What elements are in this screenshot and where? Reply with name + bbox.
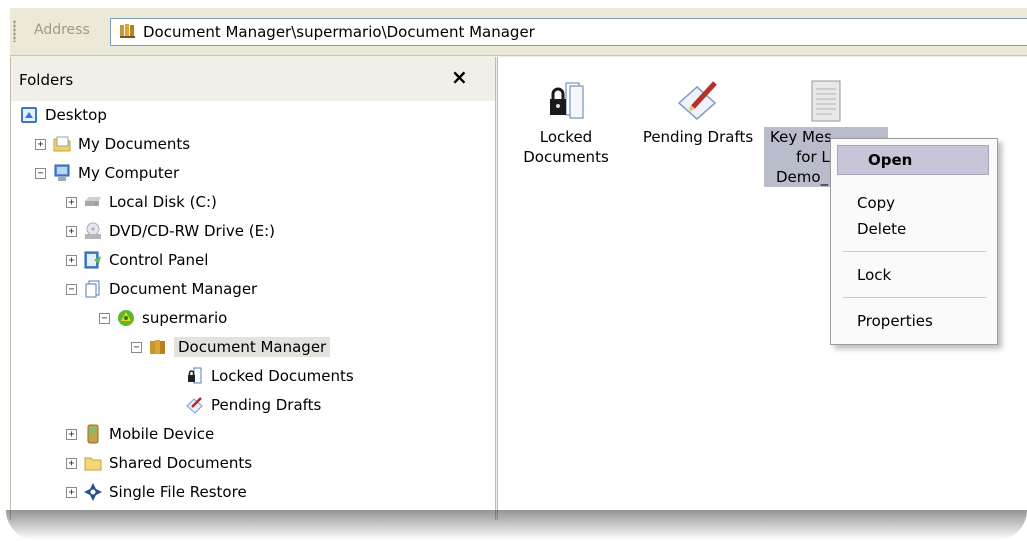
- tree-label: My Documents: [78, 135, 191, 153]
- expand-icon[interactable]: +: [35, 138, 46, 150]
- tree-item-my-computer[interactable]: − My Computer: [35, 161, 179, 185]
- desktop-icon: [19, 105, 39, 125]
- single-file-restore-icon: [83, 482, 103, 502]
- menu-item-lock[interactable]: Lock: [831, 263, 997, 287]
- context-menu: Open Copy Delete Lock Properties: [830, 138, 998, 345]
- toolbar-grip[interactable]: [13, 20, 16, 42]
- tree-item-desktop[interactable]: Desktop: [19, 103, 107, 127]
- folders-pane: Folders × Desktop + My Documents − My Co…: [10, 57, 496, 520]
- document-archive-icon: [148, 337, 168, 357]
- tree-label: Single File Restore: [109, 483, 247, 501]
- tree-label: DVD/CD-RW Drive (E:): [109, 222, 275, 240]
- tree-label: Local Disk (C:): [109, 193, 217, 211]
- document-manager-icon: [83, 279, 103, 299]
- menu-label: Lock: [857, 266, 892, 284]
- tree-item-control-panel[interactable]: + Control Panel: [66, 248, 208, 272]
- document-archive-icon: [119, 23, 137, 43]
- menu-label: Delete: [857, 220, 907, 238]
- folders-header: Folders ×: [11, 57, 495, 101]
- tree-item-document-manager-selected[interactable]: − Document Manager: [131, 335, 331, 359]
- address-label: Address: [34, 22, 90, 38]
- menu-item-delete[interactable]: Delete: [831, 217, 997, 241]
- user-green-icon: [116, 308, 136, 328]
- tree-item-single-file-restore[interactable]: + Single File Restore: [66, 480, 247, 504]
- explorer-window: Address Document Manager\supermario\Docu…: [10, 8, 1027, 520]
- hard-disk-icon: [83, 192, 103, 212]
- item-label: Locked: [539, 128, 593, 146]
- pending-drafts-icon: [628, 79, 768, 127]
- window-shadow: [6, 510, 1027, 540]
- tree-label: supermario: [142, 309, 228, 327]
- control-panel-icon: [83, 250, 103, 270]
- folders-title: Folders: [19, 71, 74, 89]
- tree-label: Mobile Device: [109, 425, 215, 443]
- item-label: Pending Drafts: [642, 128, 754, 146]
- menu-separator: [843, 297, 986, 298]
- pending-drafts-icon: [185, 395, 205, 415]
- expand-icon[interactable]: +: [66, 486, 77, 498]
- dvd-drive-icon: [83, 221, 103, 241]
- close-icon[interactable]: ×: [451, 65, 468, 89]
- collapse-icon[interactable]: −: [35, 167, 46, 179]
- tree-item-mobile-device[interactable]: + Mobile Device: [66, 422, 214, 446]
- shared-folder-icon: [83, 453, 103, 473]
- my-documents-icon: [52, 134, 72, 154]
- collapse-icon[interactable]: −: [99, 312, 110, 324]
- tree-label: Shared Documents: [109, 454, 253, 472]
- menu-label: Copy: [857, 194, 896, 212]
- menu-item-copy[interactable]: Copy: [831, 191, 997, 215]
- expand-icon[interactable]: +: [66, 196, 77, 208]
- address-bar: Address Document Manager\supermario\Docu…: [10, 8, 1027, 56]
- menu-item-properties[interactable]: Properties: [831, 309, 997, 333]
- tree-item-dvd-drive[interactable]: + DVD/CD-RW Drive (E:): [66, 219, 275, 243]
- tree-item-locked-documents[interactable]: Locked Documents: [185, 364, 354, 388]
- collapse-icon[interactable]: −: [131, 341, 142, 353]
- item-pending-drafts[interactable]: Pending Drafts: [628, 79, 768, 147]
- address-input[interactable]: Document Manager\supermario\Document Man…: [110, 18, 1027, 46]
- locked-documents-icon: [185, 366, 205, 386]
- address-path: Document Manager\supermario\Document Man…: [143, 23, 535, 41]
- menu-label: Properties: [857, 312, 933, 330]
- menu-separator: [843, 251, 986, 252]
- mobile-device-icon: [83, 424, 103, 444]
- tree-label: Document Manager: [174, 337, 331, 357]
- menu-item-open[interactable]: Open: [837, 145, 989, 175]
- tree-label: My Computer: [78, 164, 180, 182]
- tree-item-shared-documents[interactable]: + Shared Documents: [66, 451, 252, 475]
- tree-item-my-documents[interactable]: + My Documents: [35, 132, 190, 156]
- tree-item-local-disk[interactable]: + Local Disk (C:): [66, 190, 217, 214]
- item-locked-documents[interactable]: Locked Documents: [518, 79, 614, 167]
- tree-label: Control Panel: [109, 251, 209, 269]
- expand-icon[interactable]: +: [66, 225, 77, 237]
- tree-item-supermario[interactable]: − supermario: [99, 306, 227, 330]
- my-computer-icon: [52, 163, 72, 183]
- expand-icon[interactable]: +: [66, 457, 77, 469]
- tree-item-pending-drafts[interactable]: Pending Drafts: [185, 393, 321, 417]
- tree-item-document-manager[interactable]: − Document Manager: [66, 277, 257, 301]
- text-document-icon: [764, 79, 888, 127]
- item-label: Documents: [523, 148, 609, 166]
- expand-icon[interactable]: +: [66, 254, 77, 266]
- tree-label: Pending Drafts: [211, 396, 322, 414]
- menu-label: Open: [868, 151, 913, 169]
- expand-icon[interactable]: +: [66, 428, 77, 440]
- tree-label: Desktop: [45, 106, 107, 124]
- tree-label: Document Manager: [109, 280, 258, 298]
- collapse-icon[interactable]: −: [66, 283, 77, 295]
- tree-label: Locked Documents: [211, 367, 354, 385]
- locked-documents-icon: [518, 79, 614, 127]
